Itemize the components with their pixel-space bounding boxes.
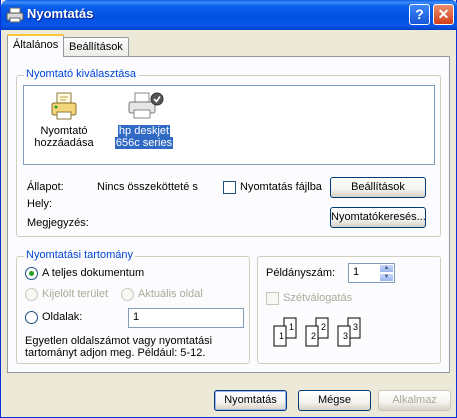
pages-input-value: 1 [133, 311, 140, 323]
collate-page-label: 3 [353, 322, 358, 332]
printer-icon [128, 92, 164, 119]
tab-settings[interactable]: Beállítások [63, 37, 129, 57]
copies-group: Példányszám: 1 ▲ ▼ Szétválogatás 1 1 2 2… [257, 256, 441, 364]
page-range-group-label: Nyomtatási tartomány [24, 249, 135, 261]
printer-select-group: Nyomtató kiválasztása Nyomtató hozzáadás… [16, 68, 441, 237]
collate-page-label: 1 [279, 331, 284, 341]
page-range-hint-line2: tartományt adjon meg. Például: 5-12. [25, 347, 206, 359]
add-printer-icon [51, 92, 77, 120]
printer-item-hp-label-1: hp deskjet [117, 125, 171, 137]
window-title: Nyomtatás [27, 6, 94, 21]
status-label: Állapot: [27, 181, 64, 193]
all-pages-label[interactable]: A teljes dokumentum [42, 267, 144, 279]
preferences-button[interactable]: Beállítások [330, 177, 426, 198]
collate-page-label: 1 [289, 322, 294, 332]
tab-panel-general: Nyomtató kiválasztása Nyomtató hozzáadás… [7, 56, 450, 373]
copies-value: 1 [353, 266, 360, 278]
spin-down-icon[interactable]: ▼ [379, 273, 394, 282]
page-range-group: Nyomtatási tartomány A teljes dokumentum… [16, 249, 250, 364]
collate-page-label: 2 [321, 322, 326, 332]
spin-up-icon[interactable]: ▲ [379, 264, 394, 273]
tab-general-label: Általános [13, 39, 59, 51]
apply-button[interactable]: Alkalmaz [378, 390, 451, 411]
find-printer-button[interactable]: Nyomtatókeresés... [330, 207, 426, 228]
printer-list[interactable]: Nyomtató hozzáadása hp deskjet 656c seri… [23, 85, 435, 165]
printer-item-add-label-2: hozzáadása [34, 137, 94, 149]
comment-label: Megjegyzés: [27, 217, 89, 229]
all-pages-radio[interactable] [25, 267, 38, 280]
close-button[interactable]: ✕ [433, 4, 454, 25]
copies-spinner[interactable]: 1 ▲ ▼ [348, 263, 395, 283]
print-dialog: Nyomtatás ? ✕ Általános Beállítások Nyom… [0, 0, 457, 418]
current-page-radio[interactable] [121, 288, 134, 301]
printer-item-hp[interactable]: hp deskjet 656c series [108, 90, 180, 149]
collate-label[interactable]: Szétválogatás [283, 292, 352, 304]
tab-general[interactable]: Általános [7, 34, 65, 57]
collate-checkbox[interactable] [266, 292, 279, 305]
printer-item-add[interactable]: Nyomtató hozzáadása [28, 90, 100, 149]
print-to-file-checkbox[interactable] [223, 181, 236, 194]
copies-spin-buttons[interactable]: ▲ ▼ [379, 264, 394, 282]
title-bar[interactable]: Nyomtatás ? ✕ [1, 0, 457, 30]
status-value: Nincs összekötteté s [97, 181, 198, 193]
selection-radio[interactable] [25, 288, 38, 301]
collate-page-label: 3 [343, 331, 348, 341]
pages-input[interactable]: 1 [128, 308, 244, 328]
collate-illustration-icon: 1 1 2 2 3 3 [273, 317, 361, 347]
pages-label[interactable]: Oldalak: [42, 311, 82, 323]
current-page-label[interactable]: Aktuális oldal [138, 288, 203, 300]
page-range-hint-line1: Egyetlen oldalszámot vagy nyomtatási [25, 335, 213, 347]
printer-item-hp-label-2: 656c series [114, 137, 174, 149]
collate-page-label: 2 [311, 331, 316, 341]
printer-select-group-label: Nyomtató kiválasztása [24, 68, 139, 80]
printer-item-add-label-1: Nyomtató [40, 125, 88, 137]
print-to-file-label[interactable]: Nyomtatás fájlba [240, 181, 322, 193]
pages-radio[interactable] [25, 311, 38, 324]
help-button[interactable]: ? [409, 4, 430, 25]
copies-label: Példányszám: [266, 267, 336, 279]
print-button[interactable]: Nyomtatás [214, 390, 287, 411]
location-label: Hely: [27, 198, 53, 210]
selection-label[interactable]: Kijelölt terület [42, 288, 108, 300]
tab-settings-label: Beállítások [69, 41, 123, 53]
printer-icon [6, 7, 24, 23]
cancel-button[interactable]: Mégse [298, 390, 371, 411]
